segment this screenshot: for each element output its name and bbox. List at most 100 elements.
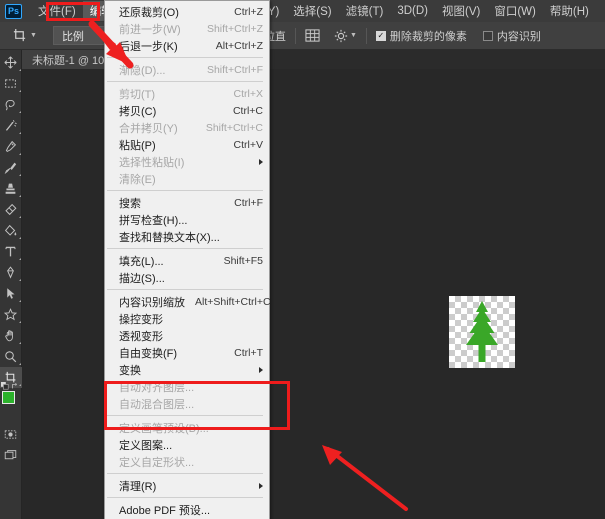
menu-item-15[interactable]: 内容识别缩放 Alt+Shift+Ctrl+C xyxy=(105,293,271,310)
hand-tool[interactable] xyxy=(0,325,22,346)
menu-item-label: 剪切(T) xyxy=(119,88,156,101)
menu-separator xyxy=(107,497,263,498)
menu-item-label: 查找和替换文本(X)... xyxy=(119,231,220,244)
menu-item-label: 内容识别缩放 xyxy=(119,296,185,309)
menu-item-10[interactable]: 搜索 Ctrl+F xyxy=(105,194,269,211)
screen-mode-icon xyxy=(4,450,17,460)
paint-bucket-tool[interactable] xyxy=(0,220,22,241)
menu-item-5[interactable]: 拷贝(C) Ctrl+C xyxy=(105,102,269,119)
menu-item-21: 自动混合图层... xyxy=(105,395,269,412)
menu-separator xyxy=(107,415,263,416)
type-tool[interactable] xyxy=(0,241,22,262)
rectangular-marquee-tool[interactable] xyxy=(0,73,22,94)
move-tool[interactable] xyxy=(0,52,22,73)
menubar-item-6[interactable]: 滤镜(T) xyxy=(339,1,391,21)
foreground-color-swatch[interactable] xyxy=(1,391,15,404)
brush-tool[interactable] xyxy=(0,157,22,178)
menu-separator xyxy=(107,289,263,290)
menu-item-26[interactable]: Adobe PDF 预设... xyxy=(105,501,269,518)
active-tool-preset-picker[interactable]: ▼ xyxy=(8,26,41,45)
swap-colors-icon[interactable] xyxy=(11,382,19,390)
menu-item-shortcut: Shift+Ctrl+Z xyxy=(206,22,263,35)
chevron-down-icon: ▼ xyxy=(30,32,37,39)
menu-item-23[interactable]: 定义图案... xyxy=(105,436,269,453)
menu-item-label: 前进一步(W) xyxy=(119,23,181,36)
menu-item-7[interactable]: 粘贴(P) Ctrl+V xyxy=(105,136,269,153)
menu-item-label: 定义图案... xyxy=(119,439,173,452)
menu-item-1: 前进一步(W) Shift+Ctrl+Z xyxy=(105,20,269,37)
menu-item-label: 定义自定形状... xyxy=(119,456,195,469)
menubar-item-10[interactable]: 帮助(H) xyxy=(543,1,596,21)
menu-item-20: 自动对齐图层... xyxy=(105,378,269,395)
menu-item-label: 自由变换(F) xyxy=(119,347,178,360)
menu-item-label: 透视变形 xyxy=(119,330,163,343)
menu-item-13[interactable]: 填充(L)... Shift+F5 xyxy=(105,252,269,269)
menu-item-label: 清理(R) xyxy=(119,480,157,493)
menu-item-label: 描边(S)... xyxy=(119,272,165,285)
menubar-item-8[interactable]: 视图(V) xyxy=(435,1,487,21)
menu-item-label: 还原裁剪(O) xyxy=(119,6,179,19)
edit-dropdown-menu[interactable]: 还原裁剪(O) Ctrl+Z 前进一步(W) Shift+Ctrl+Z 后退一步(K) A… xyxy=(104,0,271,519)
zoom-tool[interactable] xyxy=(0,346,22,367)
menu-item-shortcut: Shift+Ctrl+C xyxy=(205,121,263,134)
menu-item-3: 渐隐(D)... Shift+Ctrl+F xyxy=(105,61,269,78)
menu-item-16[interactable]: 操控变形 xyxy=(105,310,269,327)
menu-item-label: Adobe PDF 预设... xyxy=(119,504,211,517)
crop-overlay-grid-icon[interactable] xyxy=(305,28,320,43)
menu-item-2[interactable]: 后退一步(K) Alt+Ctrl+Z xyxy=(105,37,269,54)
path-selection-tool[interactable] xyxy=(0,283,22,304)
swatch-shortcuts xyxy=(0,382,19,390)
menu-item-label: 拼写检查(H)... xyxy=(119,214,188,227)
menu-item-0[interactable]: 还原裁剪(O) Ctrl+Z xyxy=(105,3,269,20)
magic-wand-icon xyxy=(5,120,17,131)
menubar-item-9[interactable]: 窗口(W) xyxy=(487,1,543,21)
menu-item-label: 渐隐(D)... xyxy=(119,64,166,77)
menu-item-19[interactable]: 变换 xyxy=(105,361,269,378)
quick-selection-tool[interactable] xyxy=(0,115,22,136)
submenu-arrow-icon xyxy=(259,366,263,373)
menu-item-12[interactable]: 查找和替换文本(X)... xyxy=(105,228,269,245)
color-swatches[interactable] xyxy=(0,382,22,416)
menu-item-shortcut: Shift+Ctrl+F xyxy=(206,63,263,76)
menu-item-label: 变换 xyxy=(119,364,141,377)
marquee-icon xyxy=(5,79,16,88)
menu-item-14[interactable]: 描边(S)... xyxy=(105,269,269,286)
chevron-down-icon: ▼ xyxy=(349,32,357,39)
menubar-item-5[interactable]: 选择(S) xyxy=(286,1,338,21)
custom-shape-tool[interactable] xyxy=(0,304,22,325)
move-icon xyxy=(4,56,17,69)
gear-icon[interactable]: ▼ xyxy=(334,29,357,43)
menubar-item-0[interactable]: 文件(F) xyxy=(31,1,83,21)
clone-stamp-tool[interactable] xyxy=(0,178,22,199)
quick-mask-icon xyxy=(4,430,17,439)
menu-item-11[interactable]: 拼写检查(H)... xyxy=(105,211,269,228)
menu-item-18[interactable]: 自由变换(F) Ctrl+T xyxy=(105,344,269,361)
menu-bar: Ps 文件(F)编辑(E)图像(I)图层(L)文字(Y)选择(S)滤镜(T)3D… xyxy=(0,0,605,22)
menu-item-shortcut: Ctrl+C xyxy=(232,104,263,117)
menu-item-label: 定义画笔预设(B)... xyxy=(119,422,209,435)
content-aware-checkbox[interactable]: 内容识别 xyxy=(482,28,541,44)
delete-cropped-pixels-checkbox[interactable]: ✓ 删除裁剪的像素 xyxy=(375,28,467,44)
menu-item-shortcut: Shift+F5 xyxy=(223,254,263,267)
screen-mode-toggle[interactable] xyxy=(0,445,22,466)
pine-tree-artwork[interactable] xyxy=(449,296,515,368)
menubar-item-7[interactable]: 3D(D) xyxy=(390,3,435,19)
eyedropper-tool[interactable] xyxy=(0,136,22,157)
menu-separator xyxy=(107,57,263,58)
brush-icon xyxy=(4,162,17,174)
menu-item-label: 拷贝(C) xyxy=(119,105,157,118)
menu-item-17[interactable]: 透视变形 xyxy=(105,327,269,344)
menu-item-shortcut: Ctrl+V xyxy=(233,138,263,151)
pen-tool[interactable] xyxy=(0,262,22,283)
default-colors-icon[interactable] xyxy=(0,382,9,390)
menu-item-shortcut: Ctrl+X xyxy=(233,87,263,100)
hand-icon xyxy=(5,330,13,342)
eraser-tool[interactable] xyxy=(0,199,22,220)
menu-item-8: 选择性粘贴(I) xyxy=(105,153,269,170)
menu-item-label: 搜索 xyxy=(119,197,141,210)
menu-item-label: 选择性粘贴(I) xyxy=(119,156,185,169)
quick-mask-toggle[interactable] xyxy=(0,424,22,445)
menu-item-25[interactable]: 清理(R) xyxy=(105,477,269,494)
lasso-icon xyxy=(5,99,15,111)
lasso-tool[interactable] xyxy=(0,94,22,115)
